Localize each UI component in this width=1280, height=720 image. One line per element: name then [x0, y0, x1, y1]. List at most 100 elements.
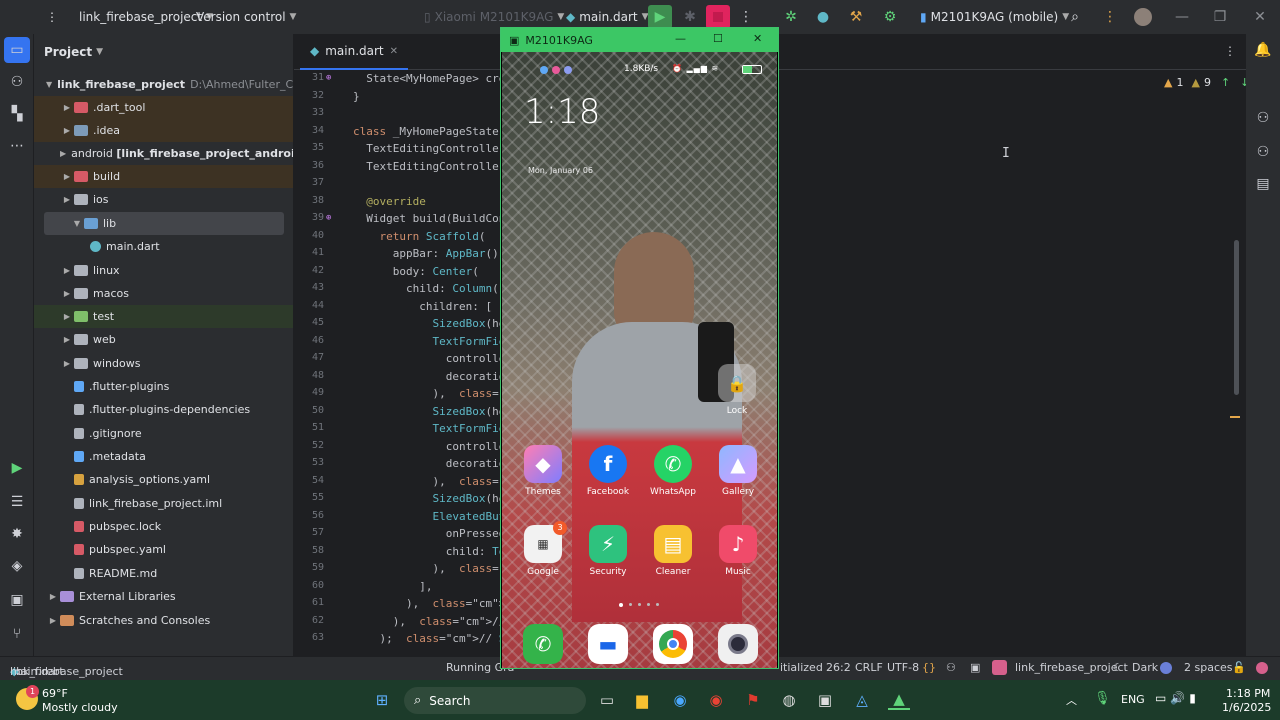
code-line[interactable]: decoration: — [353, 457, 519, 470]
minimize-icon[interactable]: — — [1172, 7, 1192, 27]
editor-scrollbar[interactable] — [1234, 240, 1239, 395]
file-encoding[interactable]: UTF-8 — [887, 661, 919, 674]
clock-date[interactable]: 1/6/2025 — [1222, 701, 1271, 714]
override-gutter-icon[interactable]: ⊕ — [326, 73, 331, 83]
app-whatsapp[interactable]: ✆ WhatsApp — [645, 445, 701, 497]
background-task-tail[interactable]: itialized — [780, 661, 823, 674]
stop-icon[interactable] — [706, 5, 730, 29]
app-facebook[interactable]: f Facebook — [580, 445, 636, 497]
warning-marker[interactable] — [1230, 416, 1240, 418]
camera-app-icon[interactable] — [718, 624, 758, 664]
tree-item-dart-tool[interactable]: ▶ .dart_tool — [34, 96, 293, 119]
tree-item-windows[interactable]: ▶ windows — [34, 352, 293, 375]
code-line[interactable]: child: Text — [353, 545, 519, 558]
app-themes[interactable]: ◆ Themes — [515, 445, 571, 497]
network-volume-battery-icons[interactable]: ▭🔊▮ — [1155, 691, 1200, 705]
more-run-icon[interactable]: ⋮ — [736, 7, 756, 27]
code-line[interactable]: TextFormFiel — [353, 422, 511, 435]
tree-item-macos[interactable]: ▶ macos — [34, 282, 293, 305]
obs-icon[interactable]: ◍ — [778, 690, 800, 710]
code-line[interactable]: decoration: — [353, 370, 519, 383]
plugins-icon[interactable]: ⚇ — [0, 66, 34, 98]
tree-item-pubspec-yaml[interactable]: pubspec.yaml — [34, 538, 293, 561]
close-tab-icon[interactable]: ✕ — [390, 46, 398, 57]
lock-widget-icon[interactable]: 🔒 — [718, 364, 756, 402]
debug-icon[interactable]: ✱ — [680, 7, 700, 27]
code-line[interactable]: children: [ — [353, 300, 492, 313]
code-line[interactable]: body: Center( — [353, 265, 479, 278]
code-line[interactable]: child: Column( — [353, 282, 499, 295]
read-only-icon[interactable]: ▣ — [970, 661, 980, 674]
microphone-icon[interactable]: 🎙 — [1094, 691, 1111, 706]
theme-label[interactable]: Dark — [1132, 661, 1158, 674]
weather-desc[interactable]: Mostly cloudy — [42, 701, 118, 714]
tree-item-test[interactable]: ▶ test — [34, 305, 293, 328]
code-line[interactable]: SizedBox(heig — [353, 492, 518, 505]
tree-item-lib[interactable]: ▼ lib — [44, 212, 284, 235]
ai-assistant-icon[interactable] — [1160, 662, 1172, 674]
running-devices-icon[interactable]: ▤ — [1246, 168, 1280, 200]
tree-item-pubspec-lock[interactable]: pubspec.lock — [34, 515, 293, 538]
tree-item-main-dart[interactable]: main.dart — [34, 235, 293, 258]
code-line[interactable]: State<MyHomePage> creat — [353, 72, 518, 85]
windows-start-icon[interactable]: ⊞ — [371, 690, 393, 710]
android-studio-taskbar-icon[interactable]: ◬ — [851, 690, 873, 710]
code-line[interactable]: appBar: AppBar(), — [353, 247, 506, 260]
code-line[interactable]: return Scaffold( — [353, 230, 486, 243]
format-icon[interactable]: {} — [922, 661, 936, 674]
chrome-taskbar-icon[interactable]: ◉ — [669, 690, 691, 710]
close-icon[interactable]: ✕ — [1250, 7, 1270, 27]
tree-item-readme[interactable]: README.md — [34, 562, 293, 585]
device-window-titlebar[interactable]: ▣ M2101K9AG — ☐ ✕ — [501, 28, 778, 52]
gemini-icon[interactable]: ⚇ — [1246, 102, 1280, 134]
code-line[interactable]: } — [353, 90, 360, 103]
tab-main-dart[interactable]: ◆ main.dart ✕ — [300, 34, 409, 70]
structure-icon[interactable]: ▚ — [0, 98, 34, 130]
run-config-selector[interactable]: ◆ main.dart ▼ — [566, 10, 649, 24]
app-music[interactable]: ♪ Music — [710, 525, 766, 577]
tree-item-ios[interactable]: ▶ ios — [34, 188, 293, 211]
settings-more-icon[interactable]: ⋮ — [1100, 7, 1120, 27]
device-manager-icon[interactable]: ⚇ — [1246, 136, 1280, 168]
code-line[interactable]: TextEditingController p — [353, 160, 518, 173]
project-panel-header[interactable]: Project ▼ — [34, 34, 293, 70]
attach-debugger-icon[interactable]: ✲ — [781, 7, 801, 27]
maximize-icon[interactable]: ☐ — [713, 32, 723, 45]
code-line[interactable]: SizedBox(heig — [353, 317, 518, 330]
project-tool-icon[interactable]: ▭ — [4, 37, 30, 63]
search-icon[interactable]: ⌕ — [1065, 7, 1085, 27]
indent-setting[interactable]: 2 spaces — [1184, 661, 1233, 674]
run-icon[interactable]: ▶ — [648, 5, 672, 29]
device-mirror-window[interactable]: ▣ M2101K9AG — ☐ ✕ 1.8KB/s ⏰ ▂▄▆ ≋ 1:18 M… — [500, 27, 779, 669]
phone-app-icon[interactable]: ✆ — [523, 624, 563, 664]
lock-icon[interactable]: 🔓 — [1232, 661, 1246, 674]
code-line[interactable]: @override — [353, 195, 426, 208]
close-icon[interactable]: ✕ — [753, 32, 762, 45]
tree-item-flutter-plugins[interactable]: .flutter-plugins — [34, 375, 293, 398]
clock-time[interactable]: 1:18 PM — [1226, 687, 1270, 700]
tree-item-analysis-options[interactable]: analysis_options.yaml — [34, 468, 293, 491]
inspection-widget[interactable]: ▲ 1 ▲ 9 ↑ ↓ — [1164, 76, 1246, 89]
build-tools-icon[interactable]: ⚒ — [846, 7, 866, 27]
code-line[interactable]: ElevatedButt — [353, 510, 511, 523]
devtools-icon[interactable]: ◈ — [0, 550, 34, 582]
tree-item-scratches[interactable]: ▶ Scratches and Consoles — [34, 609, 293, 632]
tree-item-linux[interactable]: ▶ linux — [34, 259, 293, 282]
tree-item-gitignore[interactable]: .gitignore — [34, 422, 293, 445]
tree-item-external-libraries[interactable]: ▶ External Libraries — [34, 585, 293, 608]
language-indicator[interactable]: ENG — [1121, 693, 1145, 706]
code-line[interactable]: TextEditingController e — [353, 142, 518, 155]
app-cleaner[interactable]: ▤ Cleaner — [645, 525, 701, 577]
emulator-taskbar-icon[interactable]: ▲ — [888, 690, 910, 710]
code-line[interactable]: Widget build(BuildConte — [353, 212, 518, 225]
app-gallery[interactable]: ▲ Gallery — [710, 445, 766, 497]
terminal-icon[interactable]: ▣ — [0, 584, 34, 616]
app-security[interactable]: ⚡ Security — [580, 525, 636, 577]
messages-app-icon[interactable]: ▬ — [588, 624, 628, 664]
app-google[interactable]: ▦ Google 3 — [515, 521, 571, 577]
notifications-icon[interactable]: 🔔 — [1246, 34, 1280, 66]
status-project[interactable]: link_firebase_project — [1015, 661, 1128, 674]
file-explorer-icon[interactable]: ▆ — [631, 690, 653, 710]
chrome-profile-icon[interactable]: ◉ — [705, 690, 727, 710]
weather-temp[interactable]: 69°F — [42, 687, 68, 700]
